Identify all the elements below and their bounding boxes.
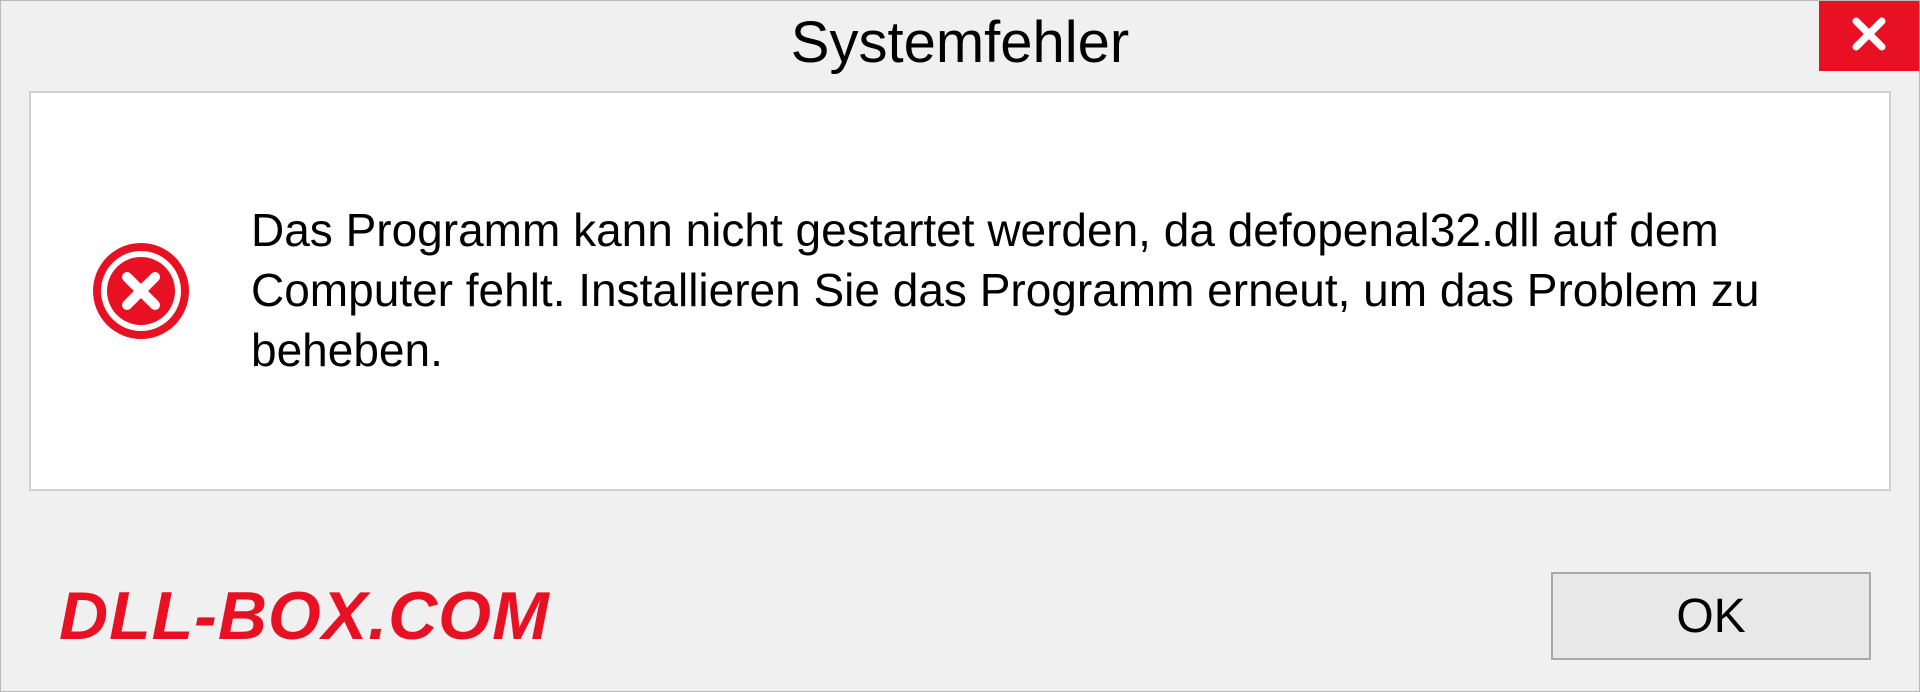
- error-message: Das Programm kann nicht gestartet werden…: [251, 201, 1849, 380]
- ok-button[interactable]: OK: [1551, 572, 1871, 660]
- content-area: Das Programm kann nicht gestartet werden…: [1, 91, 1919, 541]
- error-icon: [91, 241, 191, 341]
- dialog-title: Systemfehler: [791, 9, 1129, 76]
- close-icon: [1847, 12, 1891, 61]
- footer: DLL-BOX.COM OK: [1, 541, 1919, 691]
- titlebar: Systemfehler: [1, 1, 1919, 91]
- message-box: Das Programm kann nicht gestartet werden…: [29, 91, 1891, 491]
- close-button[interactable]: [1819, 1, 1919, 71]
- ok-button-label: OK: [1676, 589, 1745, 644]
- watermark-text: DLL-BOX.COM: [59, 577, 550, 655]
- error-dialog: Systemfehler Das Programm kann: [0, 0, 1920, 692]
